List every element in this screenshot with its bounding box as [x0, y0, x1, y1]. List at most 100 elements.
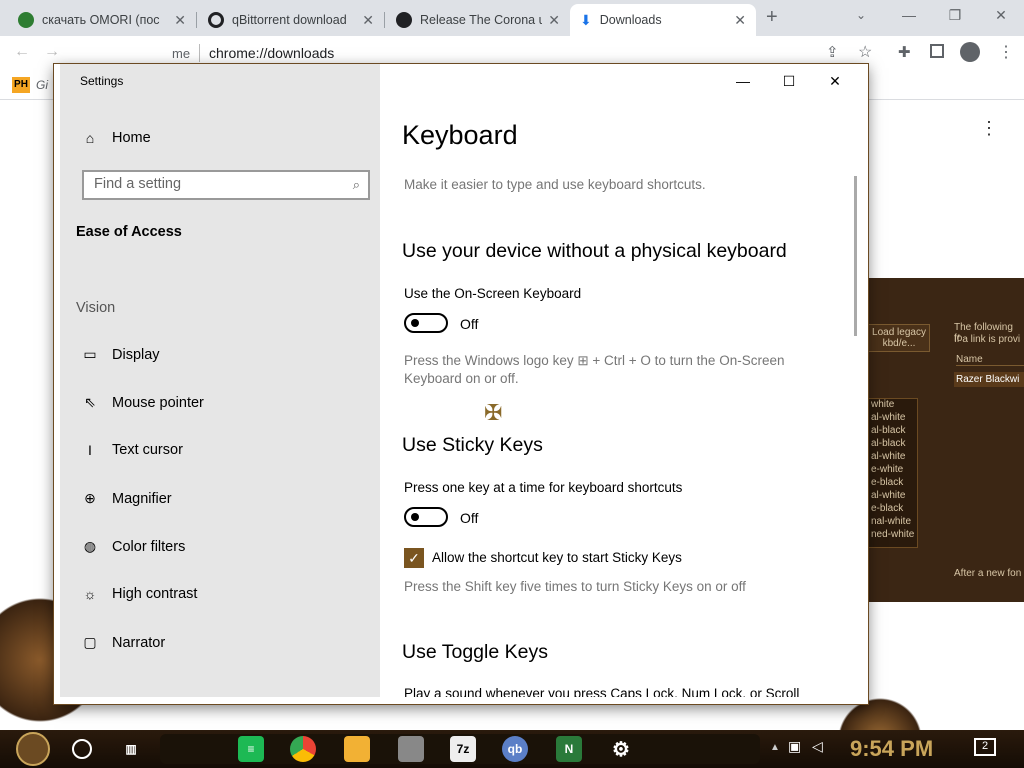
toggle-knob [411, 513, 419, 521]
sidebar-item-text-cursor[interactable]: I Text cursor [82, 442, 183, 458]
sidebar-item-color-filters[interactable]: ◍ Color filters [82, 538, 185, 555]
scrollbar-thumb[interactable] [854, 176, 857, 336]
address-bar-url[interactable]: chrome://downloads [209, 45, 334, 61]
share-icon[interactable]: ⇪ [826, 43, 839, 61]
tab-close-icon[interactable]: ✕ [174, 12, 186, 29]
github-icon [396, 12, 412, 28]
list-item[interactable]: ned-white [871, 529, 914, 540]
notebook-icon[interactable]: N [556, 736, 582, 762]
list-item[interactable]: white [871, 399, 894, 410]
list-item[interactable]: nal-white [871, 516, 911, 527]
browser-tab-omori[interactable]: скачать OMORI (пос ✕ [8, 4, 196, 36]
list-item[interactable]: e-white [871, 464, 903, 475]
sidebar-item-label: High contrast [112, 586, 198, 602]
list-item[interactable]: al-white [871, 490, 905, 501]
gamepad-icon [18, 12, 34, 28]
maximize-button[interactable]: ☐ [766, 72, 812, 90]
sticky-hint: Press the Shift key five times to turn S… [404, 579, 746, 594]
start-icon[interactable] [16, 732, 50, 766]
info-text: If a link is provi [954, 334, 1021, 345]
page-title: Keyboard [402, 120, 518, 150]
browser-menu-icon[interactable]: ⋮ [998, 42, 1014, 62]
download-icon: ⬇ [580, 11, 592, 28]
list-item[interactable]: al-black [871, 438, 905, 449]
sticky-toggle[interactable] [404, 507, 448, 527]
bookmark-favicon[interactable]: PH [12, 77, 30, 93]
volume-muted-icon[interactable]: ◁ [812, 738, 823, 755]
extensions-icon[interactable]: ✚ [898, 43, 911, 61]
tab-close-icon[interactable]: ✕ [734, 12, 746, 29]
sun-icon: ☼ [83, 586, 97, 602]
taskbar-clock[interactable]: 9:54 PM [850, 736, 933, 762]
settings-window: Settings ⌂ Home Find a setting ⌕ Ease of … [54, 64, 868, 704]
osk-state: Off [460, 316, 479, 332]
osk-label: Use the On-Screen Keyboard [404, 286, 582, 301]
qbittorrent-icon[interactable]: qb [502, 736, 528, 762]
back-arrow-icon[interactable]: ← [14, 43, 30, 61]
search-placeholder: Find a setting [94, 176, 182, 192]
font-list[interactable]: white al-white al-black al-black al-whit… [868, 398, 918, 548]
address-prefix: me [172, 46, 191, 61]
window-title: Settings [80, 74, 124, 88]
sticky-heading: Use Sticky Keys [402, 434, 543, 456]
downloads-menu-icon[interactable]: ⋮ [980, 118, 998, 139]
network-icon[interactable]: ▣ [788, 738, 801, 755]
list-item[interactable]: al-white [871, 451, 905, 462]
narrator-icon: ▢ [83, 634, 97, 650]
tab-close-icon[interactable]: ✕ [362, 12, 374, 29]
list-item[interactable]: al-white [871, 412, 905, 423]
sidebar-item-label: Color filters [112, 538, 186, 555]
bookmark-label[interactable]: Gi [36, 78, 48, 92]
background-font-app: Load legacy kbd/e... The following fo If… [862, 278, 1024, 602]
browser-tab-qbittorrent[interactable]: qBittorrent download ✕ [198, 4, 384, 36]
browser-tab-strip: скачать OMORI (пос ✕ qBittorrent downloa… [0, 0, 1024, 36]
minimize-button[interactable]: — [720, 72, 766, 90]
osk-toggle[interactable] [404, 313, 448, 333]
list-item[interactable]: e-black [871, 503, 903, 514]
7zip-icon[interactable]: 7z [450, 736, 476, 762]
tab-close-icon[interactable]: ✕ [548, 12, 560, 29]
settings-gear-icon[interactable]: ⚙ [608, 736, 634, 762]
chrome-icon[interactable] [290, 736, 316, 762]
profile-avatar-icon[interactable] [960, 42, 980, 62]
browser-tab-downloads[interactable]: ⬇ Downloads ✕ [570, 4, 756, 36]
list-item[interactable]: al-black [871, 425, 905, 436]
toggle-knob [411, 319, 419, 327]
page-subtitle: Make it easier to type and use keyboard … [404, 177, 706, 192]
file-explorer-icon[interactable] [344, 736, 370, 762]
spotify-icon[interactable]: ≡ [238, 736, 264, 762]
sidebar-item-display[interactable]: ▭ Display [82, 346, 159, 363]
tray-chevron-icon[interactable]: ▲ [770, 742, 780, 753]
side-panel-icon[interactable] [930, 44, 944, 58]
sidebar-item-mouse-pointer[interactable]: ⇖ Mouse pointer [82, 394, 204, 411]
sidebar-item-magnifier[interactable]: ⊕ Magnifier [82, 490, 172, 507]
sidebar-item-home[interactable]: ⌂ Home [82, 130, 151, 146]
list-item[interactable]: e-black [871, 477, 903, 488]
load-legacy-button[interactable]: Load legacy kbd/e... [868, 324, 930, 352]
browser-restore-button[interactable]: ❐ [932, 0, 978, 30]
search-circle-icon[interactable] [72, 739, 92, 759]
browser-close-button[interactable]: ✕ [978, 0, 1024, 30]
mouse-pointer-icon: ⇖ [84, 394, 96, 410]
notification-center-icon[interactable]: 2 [974, 738, 996, 756]
sidebar-item-label: Magnifier [112, 490, 172, 507]
new-tab-button[interactable]: + [766, 6, 778, 29]
sidebar-item-label: Home [112, 130, 151, 146]
browser-minimize-button[interactable]: — [886, 0, 932, 30]
sidebar-item-high-contrast[interactable]: ☼ High contrast [82, 586, 198, 602]
sidebar-item-label: Text cursor [112, 442, 183, 458]
settings-main-pane: — ☐ ✕ Keyboard Make it easier to type an… [380, 64, 860, 697]
browser-tab-github[interactable]: Release The Corona u ✕ [386, 4, 570, 36]
photos-icon[interactable] [398, 736, 424, 762]
tab-search-chevron-icon[interactable]: ⌄ [856, 8, 866, 22]
sticky-shortcut-checkbox[interactable]: ✓ [404, 548, 424, 568]
search-input[interactable]: Find a setting ⌕ [82, 170, 370, 200]
list-item[interactable]: Razer Blackwi [954, 372, 1024, 387]
bookmark-star-icon[interactable]: ☆ [858, 42, 872, 62]
close-button[interactable]: ✕ [812, 72, 858, 90]
task-view-icon[interactable]: ▥ [118, 736, 144, 762]
sidebar-item-label: Narrator [112, 634, 166, 651]
steampunk-cursor-icon: ✠ [484, 400, 503, 425]
sidebar-item-narrator[interactable]: ▢ Narrator [82, 634, 165, 651]
forward-arrow-icon[interactable]: → [44, 43, 60, 61]
